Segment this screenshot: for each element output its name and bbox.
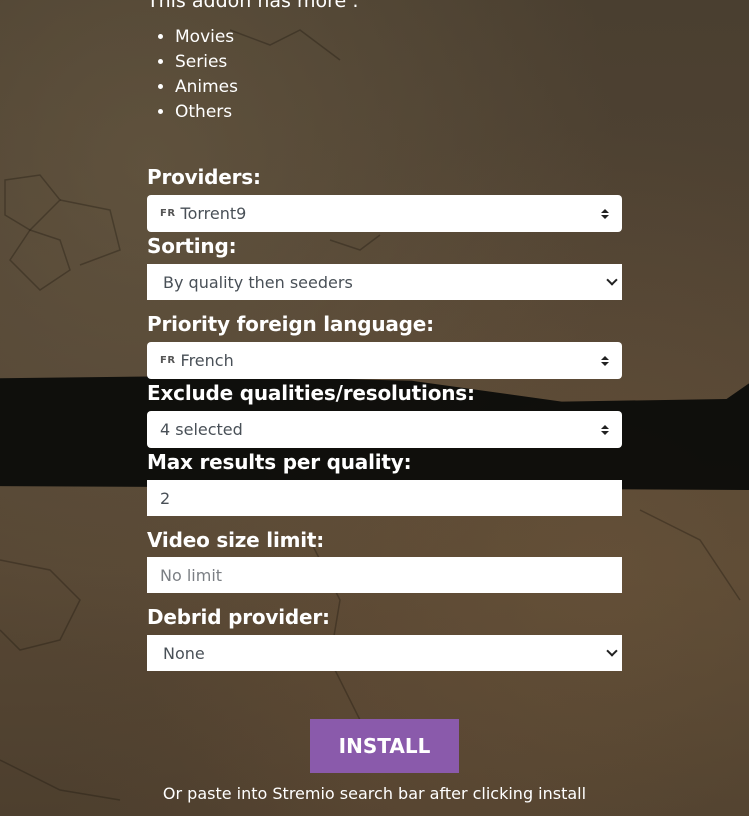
exclude-qualities-value: 4 selected <box>160 420 243 439</box>
max-results-input[interactable]: 2 <box>147 480 622 516</box>
content-type-item: Movies <box>175 25 238 50</box>
updown-arrows-icon <box>600 424 610 435</box>
debrid-provider-value: None <box>163 643 205 663</box>
chevron-down-icon <box>606 645 618 657</box>
priority-language-label: Priority foreign language: <box>147 312 434 336</box>
content-type-item: Animes <box>175 75 238 100</box>
install-button[interactable]: INSTALL <box>310 719 459 773</box>
debrid-provider-label: Debrid provider: <box>147 605 330 629</box>
priority-language-select[interactable]: FR French <box>147 342 622 379</box>
install-hint: Or paste into Stremio search bar after c… <box>162 784 587 803</box>
intro-text: This addon has more : <box>147 0 359 12</box>
debrid-provider-select[interactable]: None <box>147 635 622 671</box>
flag-fr-icon: FR <box>160 208 176 219</box>
providers-value: Torrent9 <box>180 204 247 223</box>
content-types-list: Movies Series Animes Others <box>147 25 238 125</box>
max-results-label: Max results per quality: <box>147 450 412 474</box>
video-size-limit-label: Video size limit: <box>147 528 325 552</box>
sorting-label: Sorting: <box>147 234 237 258</box>
video-size-limit-input[interactable]: No limit <box>147 557 622 593</box>
providers-label: Providers: <box>147 165 261 189</box>
exclude-qualities-multiselect[interactable]: 4 selected <box>147 411 622 448</box>
sorting-value: By quality then seeders <box>163 272 353 292</box>
flag-fr-icon: FR <box>160 355 176 366</box>
max-results-value: 2 <box>160 488 171 508</box>
content-type-item: Others <box>175 100 238 125</box>
providers-multiselect[interactable]: FR Torrent9 <box>147 195 622 232</box>
chevron-down-icon <box>606 274 618 286</box>
content-type-item: Series <box>175 50 238 75</box>
sorting-select[interactable]: By quality then seeders <box>147 264 622 300</box>
exclude-qualities-label: Exclude qualities/resolutions: <box>147 381 475 405</box>
updown-arrows-icon <box>600 355 610 366</box>
priority-language-value: French <box>180 351 234 370</box>
updown-arrows-icon <box>600 208 610 219</box>
video-size-limit-placeholder: No limit <box>160 565 223 585</box>
